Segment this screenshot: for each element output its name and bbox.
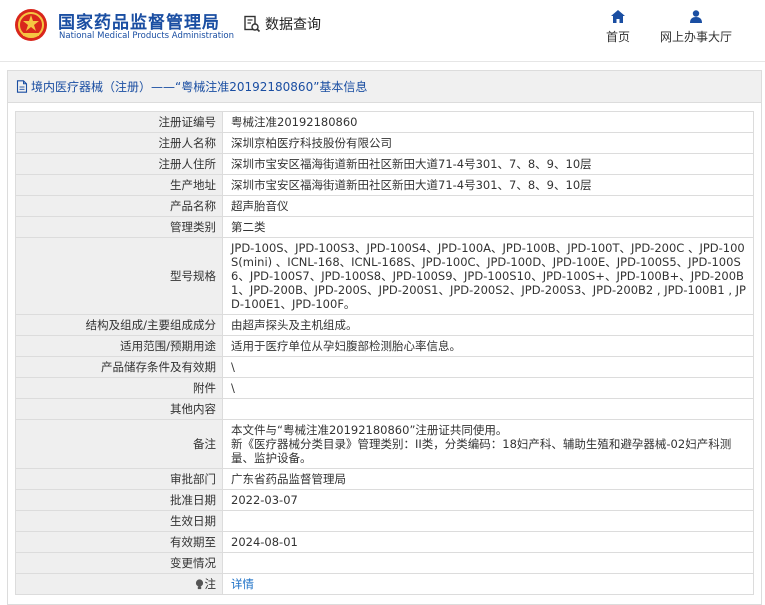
row-value: JPD-100S、JPD-100S3、JPD-100S4、JPD-100A、JP… bbox=[222, 237, 754, 315]
nav-online-hall[interactable]: 网上办事大厅 bbox=[660, 10, 732, 45]
home-icon bbox=[611, 10, 625, 23]
document-icon bbox=[16, 80, 28, 93]
info-table: 注册证编号 粤械注准20192180860 注册人名称 深圳京柏医疗科技股份有限公司注… bbox=[15, 111, 754, 595]
row-key: 有效期至 bbox=[15, 531, 223, 553]
table-row: 生效日期 bbox=[15, 510, 754, 532]
details-link[interactable]: 详情 bbox=[231, 577, 254, 591]
data-query-label: 数据查询 bbox=[265, 17, 321, 33]
table-row: 批准日期 2022-03-07 bbox=[15, 489, 754, 511]
row-key: 其他内容 bbox=[15, 398, 223, 420]
lightbulb-icon bbox=[195, 579, 203, 590]
row-value bbox=[222, 510, 754, 532]
table-row: 产品储存条件及有效期 \ bbox=[15, 356, 754, 378]
row-value: 深圳京柏医疗科技股份有限公司 bbox=[222, 132, 754, 154]
row-value: 由超声探头及主机组成。 bbox=[222, 314, 754, 336]
row-value-note: 详情 bbox=[222, 573, 754, 595]
row-value bbox=[222, 552, 754, 574]
user-icon bbox=[690, 10, 702, 23]
table-row: 注册人名称 深圳京柏医疗科技股份有限公司 bbox=[15, 132, 754, 154]
row-value bbox=[222, 398, 754, 420]
data-query-button[interactable]: 数据查询 bbox=[243, 14, 321, 34]
row-key: 批准日期 bbox=[15, 489, 223, 511]
row-key: 备注 bbox=[15, 419, 223, 469]
row-value: 深圳市宝安区福海街道新田社区新田大道71-4号301、7、8、9、10层 bbox=[222, 153, 754, 175]
table-row: 备注 本文件与“粤械注准20192180860”注册证共同使用。 新《医疗器械分类… bbox=[15, 419, 754, 469]
row-value: 适用于医疗单位从孕妇腹部检测胎心率信息。 bbox=[222, 335, 754, 357]
brand-name-en: National Medical Products Administration bbox=[59, 31, 234, 41]
brand-name-cn: 国家药品监督管理局 bbox=[58, 13, 220, 33]
row-value: 本文件与“粤械注准20192180860”注册证共同使用。 新《医疗器械分类目录… bbox=[222, 419, 754, 469]
row-value: 超声胎音仪 bbox=[222, 195, 754, 217]
row-value: 2024-08-01 bbox=[222, 531, 754, 553]
row-value: 粤械注准20192180860 bbox=[222, 111, 754, 133]
table-row: 附件 \ bbox=[15, 377, 754, 399]
table-row: 有效期至 2024-08-01 bbox=[15, 531, 754, 553]
table-row: 型号规格 JPD-100S、JPD-100S3、JPD-100S4、JPD-100… bbox=[15, 237, 754, 315]
table-row: 结构及组成/主要组成成分 由超声探头及主机组成。 bbox=[15, 314, 754, 336]
national-emblem-icon bbox=[15, 9, 47, 41]
table-row: 产品名称 超声胎音仪 bbox=[15, 195, 754, 217]
row-value: 2022-03-07 bbox=[222, 489, 754, 511]
row-key: 注册证编号 bbox=[15, 111, 223, 133]
row-value: 深圳市宝安区福海街道新田社区新田大道71-4号301、7、8、9、10层 bbox=[222, 174, 754, 196]
row-key: 结构及组成/主要组成成分 bbox=[15, 314, 223, 336]
panel-title: 境内医疗器械（注册）——“粤械注准20192180860”基本信息 bbox=[31, 80, 368, 94]
panel-title-bar: 境内医疗器械（注册）——“粤械注准20192180860”基本信息 bbox=[8, 71, 761, 103]
row-key: 管理类别 bbox=[15, 216, 223, 238]
row-key: 产品名称 bbox=[15, 195, 223, 217]
row-value: 第二类 bbox=[222, 216, 754, 238]
row-value: 广东省药品监督管理局 bbox=[222, 468, 754, 490]
row-key: 审批部门 bbox=[15, 468, 223, 490]
table-row: 适用范围/预期用途 适用于医疗单位从孕妇腹部检测胎心率信息。 bbox=[15, 335, 754, 357]
row-key: 生产地址 bbox=[15, 174, 223, 196]
site-header: 国家药品监督管理局 National Medical Products Admi… bbox=[0, 0, 765, 62]
table-row: 变更情况 bbox=[15, 552, 754, 574]
row-key: 变更情况 bbox=[15, 552, 223, 574]
table-row: 管理类别 第二类 bbox=[15, 216, 754, 238]
row-key: 注册人住所 bbox=[15, 153, 223, 175]
device-info-panel: 境内医疗器械（注册）——“粤械注准20192180860”基本信息 注册证编号粤… bbox=[7, 70, 762, 605]
nav-home-label: 首页 bbox=[606, 30, 631, 44]
table-row: 注册证编号 粤械注准20192180860 bbox=[15, 111, 754, 133]
table-row: 审批部门 广东省药品监督管理局 bbox=[15, 468, 754, 490]
row-key: 产品储存条件及有效期 bbox=[15, 356, 223, 378]
note-key-label: 注 bbox=[204, 577, 217, 591]
row-value: \ bbox=[222, 377, 754, 399]
row-key: 型号规格 bbox=[15, 237, 223, 315]
row-key: 注册人名称 bbox=[15, 132, 223, 154]
row-key: 附件 bbox=[15, 377, 223, 399]
row-key: 生效日期 bbox=[15, 510, 223, 532]
document-search-icon bbox=[244, 15, 261, 33]
row-key: 适用范围/预期用途 bbox=[15, 335, 223, 357]
nav-home[interactable]: 首页 bbox=[606, 10, 630, 45]
table-row: 生产地址 深圳市宝安区福海街道新田社区新田大道71-4号301、7、8、9、10层 bbox=[15, 174, 754, 196]
nav-online-hall-label: 网上办事大厅 bbox=[660, 30, 733, 44]
row-key-note: 注 bbox=[15, 573, 223, 595]
row-value: \ bbox=[222, 356, 754, 378]
table-row: 注册人住所 深圳市宝安区福海街道新田社区新田大道71-4号301、7、8、9、10… bbox=[15, 153, 754, 175]
table-row-note: 注详情 bbox=[15, 573, 754, 595]
table-row: 其他内容 bbox=[15, 398, 754, 420]
